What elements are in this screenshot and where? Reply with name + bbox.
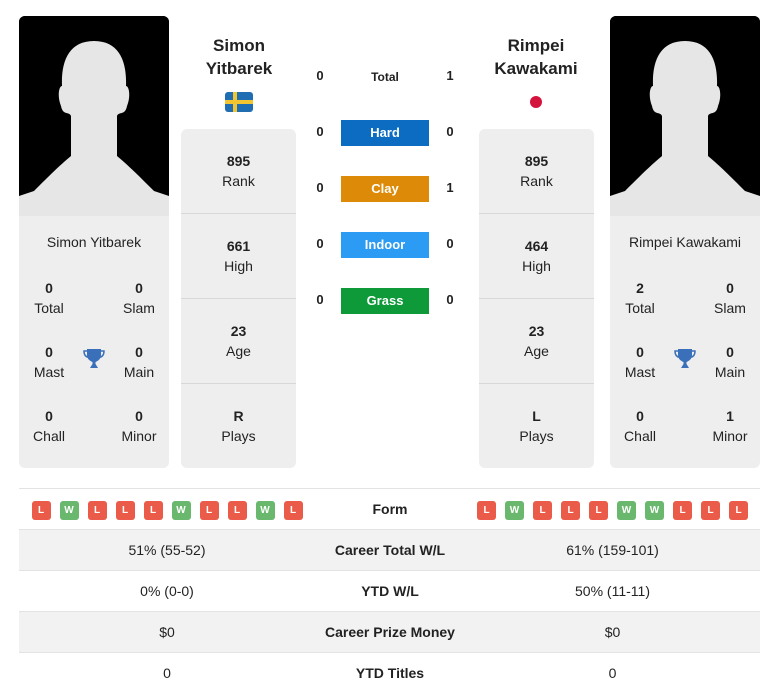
form-win-badge[interactable]: W bbox=[505, 500, 524, 520]
player2-value: 0 bbox=[608, 665, 617, 681]
form-loss-badge[interactable]: L bbox=[115, 500, 135, 520]
player1-rank: 895 Rank bbox=[222, 153, 255, 189]
form-loss-badge[interactable]: L bbox=[477, 500, 496, 520]
player2-mast-titles: 0 Mast bbox=[624, 344, 656, 380]
form-win-badge[interactable]: W bbox=[645, 500, 664, 520]
form-label: Form bbox=[372, 501, 408, 517]
player2-minor-titles: 1 Minor bbox=[712, 408, 748, 444]
player2-slam-titles: 0 Slam bbox=[714, 280, 746, 316]
player2-name-heading[interactable]: Rimpei Kawakami bbox=[471, 34, 601, 80]
player2-total-titles: 2 Total bbox=[625, 280, 655, 316]
form-win-badge[interactable]: W bbox=[617, 500, 636, 520]
form-row: LWLLLWLLWL Form LWLLLWWLLL bbox=[19, 489, 760, 530]
row-label: YTD Titles bbox=[355, 665, 425, 681]
h2h-clay-p1: 0 bbox=[316, 180, 324, 195]
player2-value: $0 bbox=[604, 624, 621, 640]
player1-ranking-column: 895 Rank 661 High 23 Age R Plays bbox=[181, 129, 296, 468]
form-win-badge[interactable]: W bbox=[59, 500, 79, 520]
player1-slam-titles: 0 Slam bbox=[123, 280, 155, 316]
h2h-indoor-p2: 0 bbox=[446, 236, 454, 251]
row-label: Career Total W/L bbox=[334, 542, 446, 558]
avatar-silhouette-icon bbox=[610, 16, 760, 216]
player2-age: 23 Age bbox=[479, 298, 594, 383]
player2-titles-card: Rimpei Kawakami 2 Total 0 Slam 0 Mast 0 Main… bbox=[610, 216, 760, 468]
surface-clay-button[interactable]: Clay bbox=[341, 176, 429, 202]
form-loss-badge[interactable]: L bbox=[143, 500, 163, 520]
h2h-hard-p1: 0 bbox=[316, 124, 324, 139]
surface-indoor-button[interactable]: Indoor bbox=[341, 232, 429, 258]
h2h-total-p2: 1 bbox=[446, 68, 454, 83]
table-row: $0 Career Prize Money $0 bbox=[19, 612, 760, 653]
form-loss-badge[interactable]: L bbox=[589, 500, 608, 520]
sweden-flag-icon bbox=[225, 92, 253, 112]
player1-value: 0 bbox=[163, 665, 171, 681]
player1-titles-card: Simon Yitbarek 0 Total 0 Slam 0 Mast 0 Main … bbox=[19, 216, 169, 468]
player1-value: 0% (0-0) bbox=[140, 583, 194, 599]
form-loss-badge[interactable]: L bbox=[701, 500, 720, 520]
trophy-icon bbox=[81, 346, 107, 372]
table-row: 0 YTD Titles 0 bbox=[19, 653, 760, 694]
form-win-badge[interactable]: W bbox=[171, 500, 191, 520]
player1-value: 51% (55-52) bbox=[128, 542, 206, 558]
row-label: Career Prize Money bbox=[325, 624, 455, 640]
h2h-hard-p2: 0 bbox=[446, 124, 454, 139]
player2-high: 464 High bbox=[479, 213, 594, 298]
table-row: 51% (55-52) Career Total W/L 61% (159-10… bbox=[19, 530, 760, 571]
h2h-total-label: Total bbox=[371, 70, 399, 84]
player2-plays: L Plays bbox=[479, 383, 594, 468]
form-loss-badge[interactable]: L bbox=[199, 500, 219, 520]
player2-full-name: Rimpei Kawakami bbox=[628, 234, 742, 250]
comparison-table: LWLLLWLLWL Form LWLLLWWLLL 51% (55-52) C… bbox=[19, 488, 760, 694]
row-label: YTD W/L bbox=[361, 583, 419, 599]
form-loss-badge[interactable]: L bbox=[283, 500, 303, 520]
player2-rank: 895 Rank bbox=[520, 153, 553, 189]
trophy-icon bbox=[672, 346, 698, 372]
h2h-indoor-p1: 0 bbox=[316, 236, 324, 251]
player2-photo bbox=[610, 16, 760, 216]
form-loss-badge[interactable]: L bbox=[31, 500, 51, 520]
h2h-clay-p2: 1 bbox=[446, 180, 454, 195]
surface-grass-button[interactable]: Grass bbox=[341, 288, 429, 314]
player1-mast-titles: 0 Mast bbox=[33, 344, 65, 380]
h2h-grass-p1: 0 bbox=[316, 292, 324, 307]
player2-ranking-column: 895 Rank 464 High 23 Age L Plays bbox=[479, 129, 594, 468]
form-loss-badge[interactable]: L bbox=[227, 500, 247, 520]
player1-photo bbox=[19, 16, 169, 216]
player2-chall-titles: 0 Chall bbox=[624, 408, 656, 444]
player2-value: 50% (11-11) bbox=[575, 583, 650, 599]
player1-form: LWLLLWLLWL bbox=[19, 489, 315, 529]
player2-main-titles: 0 Main bbox=[714, 344, 746, 380]
form-loss-badge[interactable]: L bbox=[533, 500, 552, 520]
player1-minor-titles: 0 Minor bbox=[121, 408, 157, 444]
player1-chall-titles: 0 Chall bbox=[33, 408, 65, 444]
table-row: 0% (0-0) YTD W/L 50% (11-11) bbox=[19, 571, 760, 612]
h2h-total-p1: 0 bbox=[316, 68, 324, 83]
surface-hard-button[interactable]: Hard bbox=[341, 120, 429, 146]
player1-total-titles: 0 Total bbox=[34, 280, 64, 316]
h2h-grass-p2: 0 bbox=[446, 292, 454, 307]
form-loss-badge[interactable]: L bbox=[87, 500, 107, 520]
player1-plays: R Plays bbox=[181, 383, 296, 468]
player2-form: LWLLLWWLLL bbox=[465, 489, 760, 529]
player1-name-heading[interactable]: Simon Yitbarek bbox=[174, 34, 304, 80]
japan-flag-icon bbox=[530, 96, 542, 108]
player2-value: 61% (159-101) bbox=[566, 542, 659, 558]
form-win-badge[interactable]: W bbox=[255, 500, 275, 520]
player1-value: $0 bbox=[159, 624, 175, 640]
player1-main-titles: 0 Main bbox=[123, 344, 155, 380]
avatar-silhouette-icon bbox=[19, 16, 169, 216]
form-loss-badge[interactable]: L bbox=[673, 500, 692, 520]
player1-high: 661 High bbox=[181, 213, 296, 298]
form-loss-badge[interactable]: L bbox=[729, 500, 748, 520]
form-loss-badge[interactable]: L bbox=[561, 500, 580, 520]
player1-age: 23 Age bbox=[181, 298, 296, 383]
player1-full-name: Simon Yitbarek bbox=[46, 234, 142, 250]
